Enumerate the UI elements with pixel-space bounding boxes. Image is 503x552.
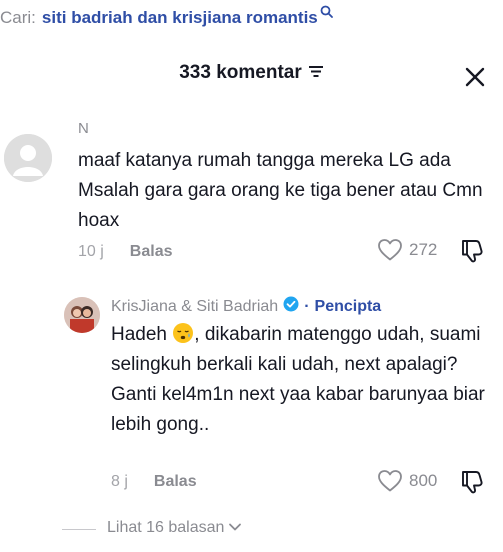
search-icon[interactable]: [320, 3, 333, 23]
heart-icon: [378, 470, 402, 492]
filter-icon[interactable]: [308, 62, 324, 84]
like-count: 272: [409, 240, 438, 259]
reply-button[interactable]: Balas: [130, 243, 173, 261]
dislike-icon[interactable]: [459, 469, 485, 500]
view-replies-button[interactable]: Lihat 16 balasan: [107, 519, 242, 537]
reply-meta: 8 j Balas: [111, 471, 197, 493]
reply-text-rest: , dikabarin matenggo udah, suami selingk…: [111, 324, 485, 435]
creator-label: Pencipta: [314, 297, 382, 315]
heart-icon: [378, 239, 402, 261]
chevron-down-icon: [228, 519, 242, 537]
comment-meta: 10 j Balas: [78, 241, 173, 263]
comment-text: maaf katanya rumah tangga mereka LG ada …: [78, 150, 483, 231]
comment-count-title: 333 komentar: [179, 62, 302, 83]
avatar[interactable]: [4, 134, 52, 182]
reply-text-start: Hadeh: [111, 324, 167, 345]
like-button[interactable]: 800: [377, 469, 437, 493]
like-button[interactable]: 272: [377, 238, 437, 262]
default-avatar-icon: [4, 134, 52, 182]
reply-header: KrisJiana & Siti Badriah · Pencipta: [111, 296, 381, 317]
creator-username[interactable]: KrisJiana & Siti Badriah: [111, 298, 278, 316]
sleepy-face-emoji-icon: [172, 322, 194, 344]
reply-text: Hadeh , dikabarin matenggo udah, suami s…: [111, 320, 486, 440]
search-label: Cari:: [0, 8, 36, 27]
creator-separator: ·: [304, 297, 310, 315]
close-icon[interactable]: [462, 64, 488, 90]
comment-time: 10 j: [78, 243, 104, 260]
search-bar[interactable]: Cari: siti badriah dan krisjiana romanti…: [0, 3, 333, 30]
verified-badge-icon: [283, 296, 299, 317]
divider-line: [62, 529, 96, 530]
reply-time: 8 j: [111, 473, 128, 490]
search-query[interactable]: siti badriah dan krisjiana romantis: [42, 8, 318, 28]
like-count: 800: [409, 471, 438, 490]
reply-button[interactable]: Balas: [154, 473, 197, 491]
creator-avatar[interactable]: [64, 297, 100, 333]
comment-username[interactable]: N: [78, 120, 89, 137]
view-replies-label: Lihat 16 balasan: [107, 519, 225, 536]
couple-photo-icon: [64, 297, 100, 333]
dislike-icon[interactable]: [459, 238, 485, 269]
comments-header: 333 komentar: [0, 62, 503, 84]
